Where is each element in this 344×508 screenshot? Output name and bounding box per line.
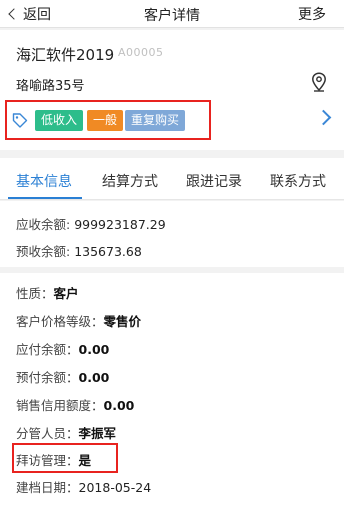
detail-value: 客户 <box>53 286 79 301</box>
prepaid-received-row: 预收余额: 135673.68 <box>16 241 142 260</box>
tab-contact[interactable]: 联系方式 <box>270 171 326 191</box>
customer-tags-highlight: 低收入 一般 重复购买 <box>5 100 211 140</box>
location-pin-icon[interactable] <box>311 72 327 92</box>
customer-address: 珞喻路35号 <box>16 79 85 94</box>
tag-normal[interactable]: 一般 <box>87 110 124 131</box>
active-tab-indicator <box>8 197 82 199</box>
detail-label: 建档日期： <box>16 480 79 495</box>
tag-repeat-purchase[interactable]: 重复购买 <box>125 110 186 131</box>
detail-row-credit-limit: 销售信用额度：0.00 <box>16 395 134 414</box>
detail-value: 2018-05-24 <box>78 480 152 495</box>
prepaid-received-label: 预收余额: <box>16 244 71 259</box>
customer-name: 海汇软件2019 <box>16 46 115 64</box>
detail-value: 0.00 <box>78 342 110 357</box>
detail-label: 应付余额： <box>16 342 79 357</box>
tag-icon <box>12 113 28 128</box>
tab-follow-up[interactable]: 跟进记录 <box>186 171 242 191</box>
detail-value: 零售价 <box>103 314 142 329</box>
receivable-row: 应收余额: 999923187.29 <box>16 214 166 233</box>
detail-row-manager: 分管人员：李振军 <box>16 423 116 442</box>
navigation-bar: 返回 客户详情 更多 <box>0 0 344 28</box>
detail-row-payable: 应付余额：0.00 <box>16 339 109 358</box>
tab-basic-info[interactable]: 基本信息 <box>16 171 72 191</box>
detail-row-prepaid: 预付余额：0.00 <box>16 367 109 386</box>
visit-management-highlight <box>12 443 118 473</box>
customer-card: 海汇软件2019 A00005 珞喻路35号 低收入 一般 重复购买 <box>0 30 344 150</box>
receivable-label: 应收余额: <box>16 217 71 232</box>
detail-value: 0.00 <box>78 370 110 385</box>
detail-label: 客户价格等级： <box>16 314 104 329</box>
tab-settlement[interactable]: 结算方式 <box>102 171 158 191</box>
chevron-right-icon[interactable] <box>315 109 332 126</box>
detail-row-nature: 性质：客户 <box>16 283 79 302</box>
detail-label: 预付余额： <box>16 370 79 385</box>
detail-row-created-date: 建档日期：2018-05-24 <box>16 477 151 496</box>
tab-bar: 基本信息 结算方式 跟进记录 联系方式 <box>0 158 344 200</box>
customer-code: A00005 <box>118 46 164 59</box>
detail-row-price-level: 客户价格等级：零售价 <box>16 311 141 330</box>
receivable-value: 999923187.29 <box>74 217 166 232</box>
more-button[interactable]: 更多 <box>298 4 326 24</box>
detail-label: 分管人员： <box>16 426 79 441</box>
detail-label: 销售信用额度： <box>16 398 104 413</box>
prepaid-received-value: 135673.68 <box>74 244 142 259</box>
balance-section: 应收余额: 999923187.29 预收余额: 135673.68 <box>0 201 344 267</box>
page-title: 客户详情 <box>144 8 200 24</box>
detail-value: 李振军 <box>78 426 117 441</box>
detail-value: 0.00 <box>103 398 135 413</box>
detail-label: 性质： <box>16 286 54 301</box>
tag-low-income[interactable]: 低收入 <box>35 110 84 131</box>
